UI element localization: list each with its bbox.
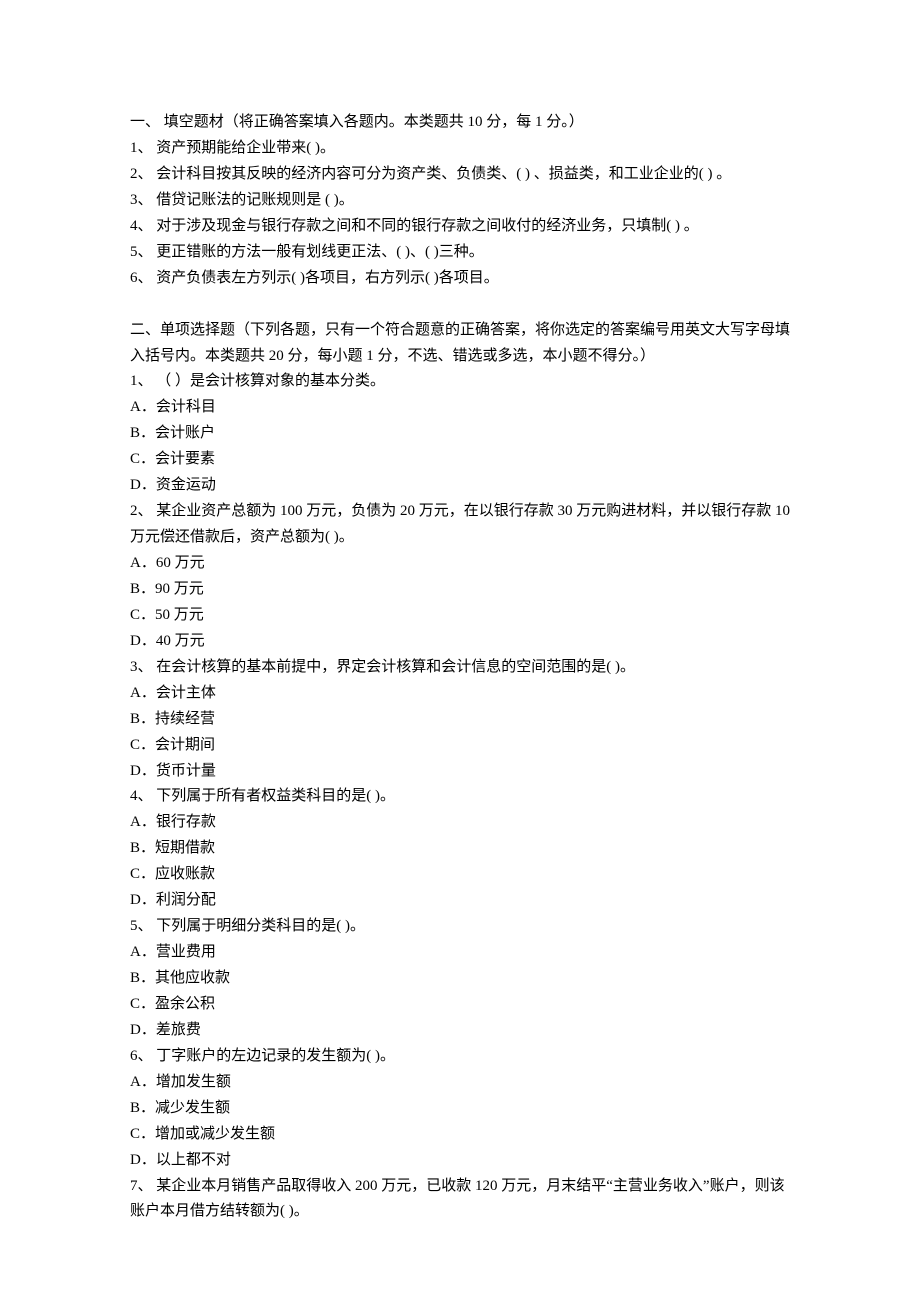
- q-stem: 4、 下列属于所有者权益类科目的是( )。: [130, 784, 790, 810]
- q-opt: B．90 万元: [130, 577, 790, 603]
- q-stem: 6、 丁字账户的左边记录的发生额为( )。: [130, 1044, 790, 1070]
- q-opt: B．其他应收款: [130, 966, 790, 992]
- section-gap: [130, 292, 790, 318]
- q-opt: C．50 万元: [130, 603, 790, 629]
- q-opt: A．营业费用: [130, 940, 790, 966]
- q-opt: A．银行存款: [130, 810, 790, 836]
- q-stem: 3、 在会计核算的基本前提中，界定会计核算和会计信息的空间范围的是( )。: [130, 655, 790, 681]
- q-opt: D．货币计量: [130, 759, 790, 785]
- q-opt: B．减少发生额: [130, 1096, 790, 1122]
- q-opt: A．会计科目: [130, 395, 790, 421]
- s1-item: 5、 更正错账的方法一般有划线更正法、( )、( )三种。: [130, 240, 790, 266]
- q-stem: 2、 某企业资产总额为 100 万元，负债为 20 万元，在以银行存款 30 万…: [130, 499, 790, 551]
- q-stem: 5、 下列属于明细分类科目的是( )。: [130, 914, 790, 940]
- q-opt: C．会计期间: [130, 733, 790, 759]
- q-stem: 1、 （ ）是会计核算对象的基本分类。: [130, 369, 790, 395]
- s1-item: 3、 借贷记账法的记账规则是 ( )。: [130, 188, 790, 214]
- s1-item: 4、 对于涉及现金与银行存款之间和不同的银行存款之间收付的经济业务，只填制( )…: [130, 214, 790, 240]
- q-opt: D．利润分配: [130, 888, 790, 914]
- q-opt: D．以上都不对: [130, 1148, 790, 1174]
- q-opt: C．盈余公积: [130, 992, 790, 1018]
- section2-header: 二、单项选择题（下列各题，只有一个符合题意的正确答案，将你选定的答案编号用英文大…: [130, 318, 790, 370]
- q-opt: D．资金运动: [130, 473, 790, 499]
- q-opt: A．增加发生额: [130, 1070, 790, 1096]
- q-opt: C．应收账款: [130, 862, 790, 888]
- q-opt: C．会计要素: [130, 447, 790, 473]
- q-opt: B．会计账户: [130, 421, 790, 447]
- s1-item: 1、 资产预期能给企业带来( )。: [130, 136, 790, 162]
- q-opt: B．持续经营: [130, 707, 790, 733]
- q-opt: A．60 万元: [130, 551, 790, 577]
- q-stem: 7、 某企业本月销售产品取得收入 200 万元，已收款 120 万元，月末结平“…: [130, 1174, 790, 1226]
- q-opt: C．增加或减少发生额: [130, 1122, 790, 1148]
- q-opt: D．40 万元: [130, 629, 790, 655]
- s1-item: 2、 会计科目按其反映的经济内容可分为资产类、负债类、( ) 、损益类，和工业企…: [130, 162, 790, 188]
- q-opt: D．差旅费: [130, 1018, 790, 1044]
- s1-item: 6、 资产负债表左方列示( )各项目，右方列示( )各项目。: [130, 266, 790, 292]
- q-opt: A．会计主体: [130, 681, 790, 707]
- section1-header: 一、 填空题材（将正确答案填入各题内。本类题共 10 分，每 1 分。）: [130, 110, 790, 136]
- q-opt: B．短期借款: [130, 836, 790, 862]
